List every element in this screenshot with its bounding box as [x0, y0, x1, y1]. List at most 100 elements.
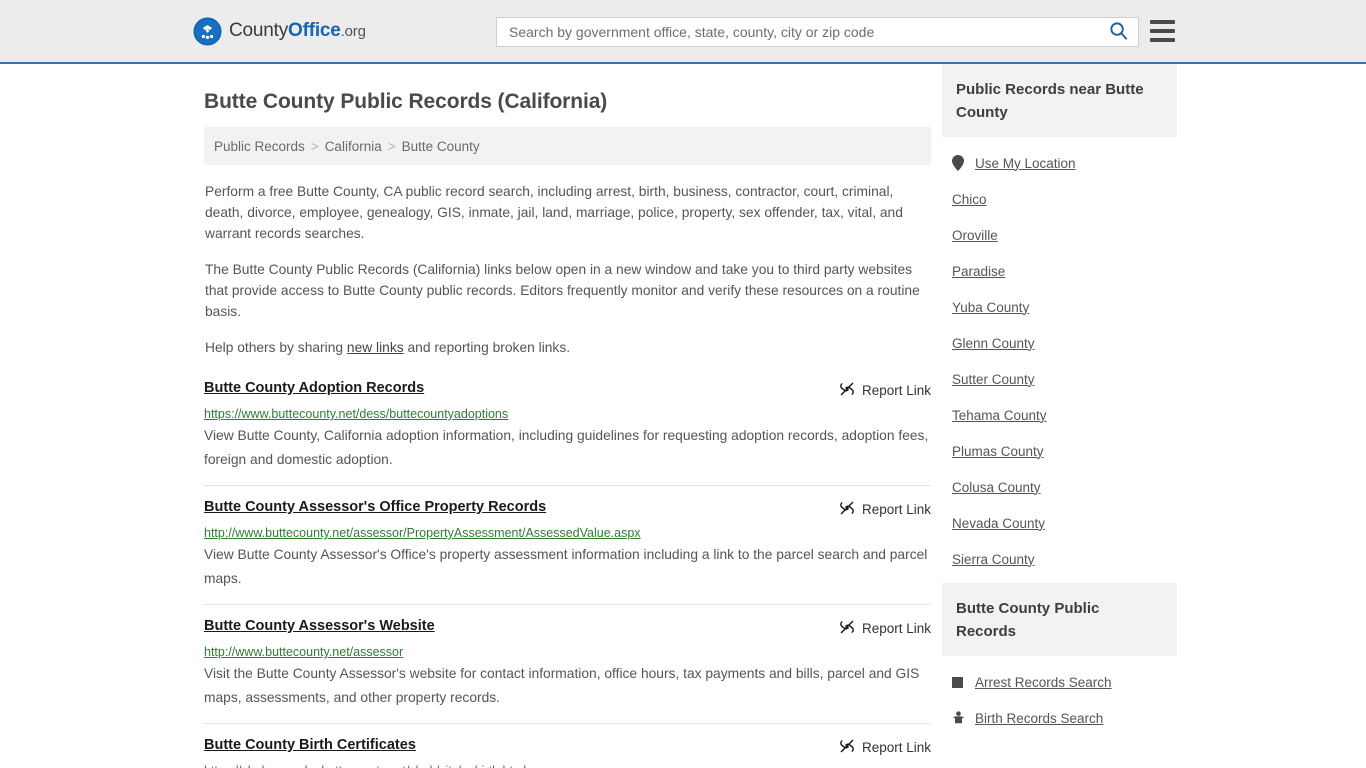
- sidebar-item-oroville[interactable]: Oroville: [942, 217, 1177, 253]
- intro-section: Perform a free Butte County, CA public r…: [204, 181, 931, 358]
- hamburger-menu-icon[interactable]: [1150, 20, 1175, 42]
- search-button[interactable]: [1098, 18, 1138, 46]
- broken-link-icon: [839, 619, 855, 638]
- record-url[interactable]: https://clerk-recorder.buttecounty.net/c…: [204, 764, 931, 768]
- intro-paragraph-2: The Butte County Public Records (Califor…: [205, 262, 920, 319]
- intro-paragraph-3-after: and reporting broken links.: [403, 340, 571, 355]
- record-title-link[interactable]: Butte County Assessor's Website: [204, 618, 435, 634]
- broken-link-icon: [839, 381, 855, 400]
- record-header: Butte County Birth Certificates Report L…: [204, 737, 931, 757]
- search-bar[interactable]: [496, 17, 1139, 47]
- sidebar-item-colusa-county[interactable]: Colusa County: [942, 469, 1177, 505]
- report-link-button[interactable]: Report Link: [839, 619, 931, 638]
- logo-text-county: County: [229, 20, 289, 41]
- logo-text-org: .org: [340, 23, 366, 40]
- intro-paragraph-1: Perform a free Butte County, CA public r…: [205, 184, 903, 241]
- record-header: Butte County Adoption Records Report Lin…: [204, 380, 931, 400]
- page-body: Butte County Public Records (California)…: [0, 64, 1366, 768]
- broken-link-icon: [839, 500, 855, 519]
- record-header: Butte County Assessor's Website Report L…: [204, 618, 931, 638]
- breadcrumb-item-california[interactable]: California: [325, 139, 382, 154]
- logo-text-office: Office: [288, 20, 341, 41]
- logo-text: CountyOffice.org: [229, 20, 366, 42]
- sidebar-item-birth-records-search[interactable]: Birth Records Search: [942, 700, 1177, 736]
- sidebar-link[interactable]: Use My Location: [975, 156, 1076, 171]
- report-link-label: Report Link: [861, 502, 931, 517]
- sidebar-link[interactable]: Chico: [952, 192, 987, 207]
- new-links-link[interactable]: new links: [347, 340, 404, 355]
- record-header: Butte County Assessor's Office Property …: [204, 499, 931, 519]
- butte-county-records-heading: Butte County Public Records: [942, 583, 1177, 656]
- sidebar-item-yuba-county[interactable]: Yuba County: [942, 289, 1177, 325]
- nearby-records-panel: Public Records near Butte County Use My …: [942, 64, 1177, 577]
- breadcrumb: Public Records > California > Butte Coun…: [204, 127, 931, 165]
- record-item: Butte County Assessor's Website Report L…: [204, 604, 931, 723]
- site-logo[interactable]: CountyOffice.org: [193, 16, 366, 46]
- record-title-link[interactable]: Butte County Birth Certificates: [204, 737, 416, 753]
- record-item: Butte County Assessor's Office Property …: [204, 485, 931, 604]
- breadcrumb-separator: >: [387, 138, 396, 154]
- report-link-button[interactable]: Report Link: [839, 500, 931, 519]
- sidebar-item-plumas-county[interactable]: Plumas County: [942, 433, 1177, 469]
- sidebar-item-glenn-county[interactable]: Glenn County: [942, 325, 1177, 361]
- broken-link-icon: [839, 738, 855, 757]
- sidebar-item-sierra-county[interactable]: Sierra County: [942, 541, 1177, 577]
- nearby-records-heading: Public Records near Butte County: [942, 64, 1177, 137]
- breadcrumb-item-butte-county[interactable]: Butte County: [402, 139, 480, 154]
- site-header: CountyOffice.org: [0, 0, 1366, 64]
- sidebar-link[interactable]: Sierra County: [952, 552, 1035, 567]
- baby-icon: [952, 711, 970, 725]
- record-description: View Butte County, California adoption i…: [204, 428, 929, 467]
- record-url[interactable]: http://www.buttecounty.net/assessor/Prop…: [204, 526, 931, 540]
- search-input[interactable]: [497, 18, 1098, 46]
- butte-county-records-panel: Butte County Public Records Arrest Recor…: [942, 583, 1177, 736]
- sidebar-item-chico[interactable]: Chico: [942, 181, 1177, 217]
- hamburger-bar: [1150, 29, 1175, 33]
- record-url[interactable]: http://www.buttecounty.net/assessor: [204, 645, 931, 659]
- sidebar-link[interactable]: Oroville: [952, 228, 998, 243]
- sidebar-link[interactable]: Tehama County: [952, 408, 1047, 423]
- report-link-button[interactable]: Report Link: [839, 738, 931, 757]
- butte-county-records-list: Arrest Records Search Birth Records Sear…: [942, 664, 1177, 736]
- record-title-link[interactable]: Butte County Adoption Records: [204, 380, 424, 396]
- records-list: Butte County Adoption Records Report Lin…: [204, 380, 931, 768]
- eagle-seal-icon: [193, 16, 222, 46]
- hamburger-bar: [1150, 20, 1175, 24]
- page-title: Butte County Public Records (California): [204, 90, 608, 113]
- sidebar-link[interactable]: Arrest Records Search: [975, 675, 1112, 690]
- sidebar-link[interactable]: Paradise: [952, 264, 1005, 279]
- intro-paragraph-3-before: Help others by sharing: [205, 340, 347, 355]
- hamburger-bar: [1150, 38, 1175, 42]
- intro-paragraph-3: Help others by sharing new links and rep…: [204, 337, 931, 358]
- sidebar: Public Records near Butte County Use My …: [942, 64, 1177, 768]
- record-description: View Butte County Assessor's Office's pr…: [204, 547, 928, 586]
- sidebar-link[interactable]: Glenn County: [952, 336, 1035, 351]
- square-icon: [952, 676, 970, 688]
- sidebar-item-sutter-county[interactable]: Sutter County: [942, 361, 1177, 397]
- report-link-button[interactable]: Report Link: [839, 381, 931, 400]
- sidebar-item-tehama-county[interactable]: Tehama County: [942, 397, 1177, 433]
- record-url[interactable]: https://www.buttecounty.net/dess/butteco…: [204, 407, 931, 421]
- sidebar-link[interactable]: Nevada County: [952, 516, 1045, 531]
- record-title-link[interactable]: Butte County Assessor's Office Property …: [204, 499, 546, 515]
- sidebar-item-use-my-location[interactable]: Use My Location: [942, 145, 1177, 181]
- report-link-label: Report Link: [861, 383, 931, 398]
- report-link-label: Report Link: [861, 740, 931, 755]
- sidebar-link[interactable]: Birth Records Search: [975, 711, 1103, 726]
- sidebar-link[interactable]: Colusa County: [952, 480, 1041, 495]
- sidebar-link[interactable]: Plumas County: [952, 444, 1044, 459]
- sidebar-link[interactable]: Yuba County: [952, 300, 1029, 315]
- record-description: Visit the Butte County Assessor's websit…: [204, 666, 920, 705]
- breadcrumb-item-public-records[interactable]: Public Records: [214, 139, 305, 154]
- main-content: Butte County Public Records (California)…: [204, 64, 931, 768]
- sidebar-item-paradise[interactable]: Paradise: [942, 253, 1177, 289]
- map-pin-icon: [952, 155, 970, 171]
- sidebar-item-nevada-county[interactable]: Nevada County: [942, 505, 1177, 541]
- record-item: Butte County Adoption Records Report Lin…: [204, 380, 931, 485]
- report-link-label: Report Link: [861, 621, 931, 636]
- record-item: Butte County Birth Certificates Report L…: [204, 723, 931, 768]
- sidebar-link[interactable]: Sutter County: [952, 372, 1035, 387]
- nearby-records-list: Use My Location Chico Oroville Paradise …: [942, 145, 1177, 577]
- sidebar-item-arrest-records-search[interactable]: Arrest Records Search: [942, 664, 1177, 700]
- breadcrumb-separator: >: [310, 138, 319, 154]
